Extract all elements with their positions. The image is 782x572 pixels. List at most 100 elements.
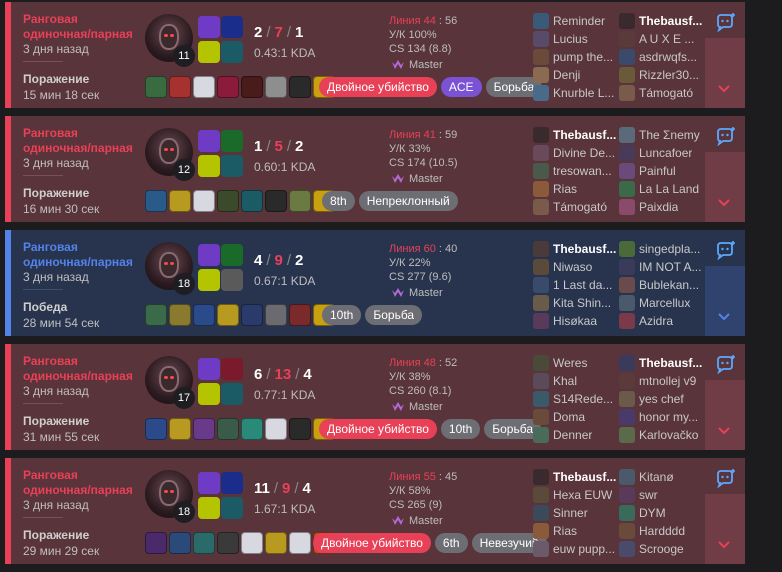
player-row[interactable]: Rias xyxy=(533,180,621,198)
player-row[interactable]: Marcellux xyxy=(619,294,707,312)
summoner-name[interactable]: A U X E ... xyxy=(639,32,694,46)
player-row[interactable]: Karlovačko xyxy=(619,426,707,444)
summoner-name[interactable]: Sinner xyxy=(553,506,588,520)
item-icon[interactable] xyxy=(169,532,191,554)
player-row[interactable]: Paixdia xyxy=(619,198,707,216)
summoner-spell-1-icon[interactable] xyxy=(198,16,220,38)
player-row[interactable]: Thebausf... xyxy=(619,354,707,372)
summoner-name[interactable]: Azidra xyxy=(639,314,673,328)
share-icon[interactable] xyxy=(715,354,737,374)
item-icon[interactable] xyxy=(169,304,191,326)
player-row[interactable]: Támogató xyxy=(533,198,621,216)
item-icon[interactable] xyxy=(265,304,287,326)
share-icon[interactable] xyxy=(715,468,737,488)
player-row[interactable]: Támogató xyxy=(619,84,707,102)
expand-chevron-icon[interactable] xyxy=(717,84,731,94)
summoner-name[interactable]: Doma xyxy=(553,410,585,424)
player-row[interactable]: Thebausf... xyxy=(533,468,621,486)
expand-chevron-icon[interactable] xyxy=(717,426,731,436)
player-row[interactable]: asdrwqfs... xyxy=(619,48,707,66)
player-row[interactable]: Kitanø xyxy=(619,468,707,486)
summoner-name[interactable]: Niwaso xyxy=(553,260,592,274)
summoner-name[interactable]: tresowan... xyxy=(553,164,612,178)
player-row[interactable]: Azidra xyxy=(619,312,707,330)
summoner-name[interactable]: DYM xyxy=(639,506,666,520)
share-icon[interactable] xyxy=(715,240,737,260)
player-row[interactable]: singedpla... xyxy=(619,240,707,258)
summoner-name[interactable]: Knurble L... xyxy=(553,86,614,100)
item-icon[interactable] xyxy=(169,418,191,440)
player-row[interactable]: Rizzler30... xyxy=(619,66,707,84)
summoner-name[interactable]: mtnollej v9 xyxy=(639,374,696,388)
summoner-name[interactable]: Thebausf... xyxy=(639,356,702,370)
summoner-spell-1-icon[interactable] xyxy=(198,244,220,266)
summoner-name[interactable]: Paixdia xyxy=(639,200,678,214)
player-row[interactable]: Hexa EUW xyxy=(533,486,621,504)
summoner-spell-2-icon[interactable] xyxy=(221,244,243,266)
player-row[interactable]: Knurble L... xyxy=(533,84,621,102)
item-icon[interactable] xyxy=(265,418,287,440)
player-row[interactable]: Divine De... xyxy=(533,144,621,162)
item-icon[interactable] xyxy=(241,304,263,326)
item-icon[interactable] xyxy=(217,418,239,440)
item-icon[interactable] xyxy=(169,190,191,212)
player-row[interactable]: Rias xyxy=(533,522,621,540)
player-row[interactable]: 1 Last da... xyxy=(533,276,621,294)
item-icon[interactable] xyxy=(289,76,311,98)
item-icon[interactable] xyxy=(145,532,167,554)
player-row[interactable]: IM NOT A... xyxy=(619,258,707,276)
match-card[interactable]: Ранговая одиночная/парная 3 дня назад Пора… xyxy=(5,116,745,222)
player-row[interactable]: Scrooge xyxy=(619,540,707,558)
item-icon[interactable] xyxy=(193,190,215,212)
summoner-name[interactable]: singedpla... xyxy=(639,242,700,256)
summoner-spell-2-icon[interactable] xyxy=(221,358,243,380)
secondary-rune-icon[interactable] xyxy=(221,383,243,405)
item-icon[interactable] xyxy=(217,190,239,212)
player-row[interactable]: DYM xyxy=(619,504,707,522)
secondary-rune-icon[interactable] xyxy=(221,41,243,63)
summoner-name[interactable]: Hisøkaa xyxy=(553,314,597,328)
summoner-name[interactable]: Lucius xyxy=(553,32,588,46)
player-row[interactable]: Lucius xyxy=(533,30,621,48)
summoner-name[interactable]: Karlovačko xyxy=(639,428,698,442)
player-row[interactable]: Hardddd xyxy=(619,522,707,540)
summoner-name[interactable]: Rias xyxy=(553,524,577,538)
summoner-name[interactable]: Kita Shin... xyxy=(553,296,611,310)
item-icon[interactable] xyxy=(265,532,287,554)
summoner-name[interactable]: swr xyxy=(639,488,658,502)
summoner-name[interactable]: Divine De... xyxy=(553,146,615,160)
player-row[interactable]: Niwaso xyxy=(533,258,621,276)
summoner-name[interactable]: Thebausf... xyxy=(553,128,616,142)
secondary-rune-icon[interactable] xyxy=(221,269,243,291)
player-row[interactable]: mtnollej v9 xyxy=(619,372,707,390)
item-icon[interactable] xyxy=(193,418,215,440)
match-card[interactable]: Ранговая одиночная/парная 3 дня назад Пора… xyxy=(5,344,745,450)
player-row[interactable]: Reminder xyxy=(533,12,621,30)
item-icon[interactable] xyxy=(217,76,239,98)
player-row[interactable]: Thebausf... xyxy=(533,126,621,144)
summoner-name[interactable]: S14Rede... xyxy=(553,392,613,406)
summoner-name[interactable]: Scrooge xyxy=(639,542,684,556)
summoner-name[interactable]: 1 Last da... xyxy=(553,278,612,292)
summoner-name[interactable]: asdrwqfs... xyxy=(639,50,697,64)
secondary-rune-icon[interactable] xyxy=(221,497,243,519)
match-card[interactable]: Ранговая одиночная/парная 3 дня назад Побе… xyxy=(5,230,745,336)
summoner-name[interactable]: Luncafoer xyxy=(639,146,692,160)
summoner-name[interactable]: Bublekan... xyxy=(639,278,699,292)
summoner-spell-2-icon[interactable] xyxy=(221,130,243,152)
player-row[interactable]: Luncafoer xyxy=(619,144,707,162)
player-row[interactable]: Kita Shin... xyxy=(533,294,621,312)
player-row[interactable]: La La Land xyxy=(619,180,707,198)
player-row[interactable]: euw pupp... xyxy=(533,540,621,558)
player-row[interactable]: S14Rede... xyxy=(533,390,621,408)
item-icon[interactable] xyxy=(241,418,263,440)
summoner-name[interactable]: La La Land xyxy=(639,182,699,196)
player-row[interactable]: yes chef xyxy=(619,390,707,408)
item-icon[interactable] xyxy=(241,76,263,98)
player-row[interactable]: The Σnemy xyxy=(619,126,707,144)
item-icon[interactable] xyxy=(289,304,311,326)
match-card[interactable]: Ранговая одиночная/парная 3 дня назад Пора… xyxy=(5,2,745,108)
item-icon[interactable] xyxy=(217,532,239,554)
player-row[interactable]: A U X E ... xyxy=(619,30,707,48)
primary-rune-icon[interactable] xyxy=(198,497,220,519)
